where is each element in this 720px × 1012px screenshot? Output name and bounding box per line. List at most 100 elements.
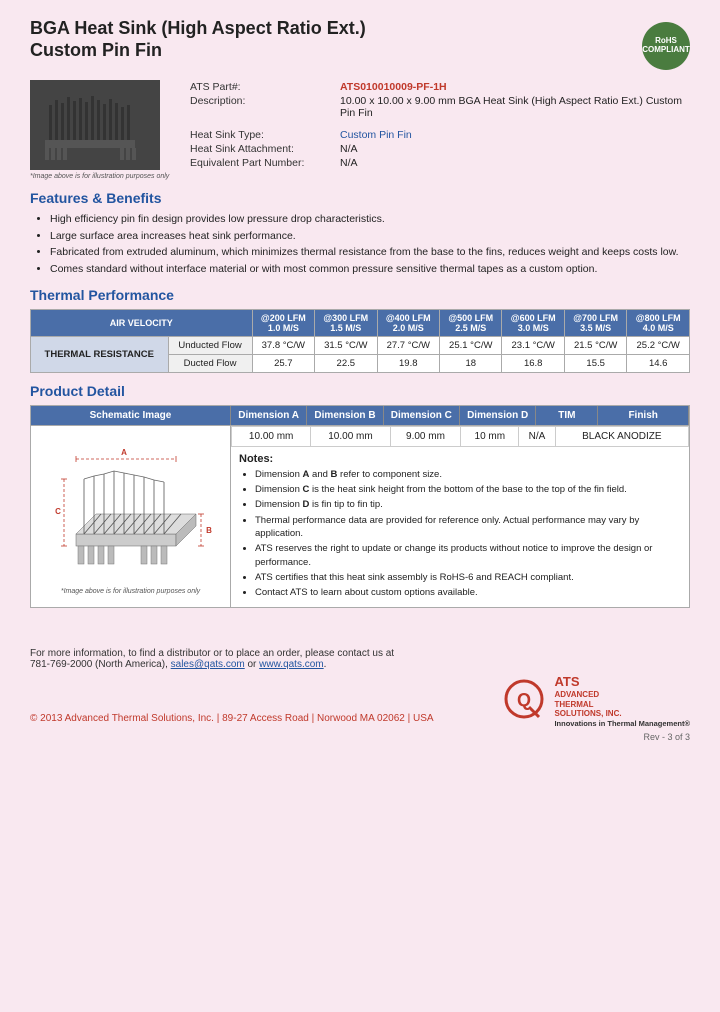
thermal-table: AIR VELOCITY @200 LFM 1.0 M/S @300 LFM 1… [30, 309, 690, 373]
copyright: © 2013 Advanced Thermal Solutions, Inc. … [30, 713, 434, 724]
product-detail-section: Product Detail Schematic Image Dimension… [30, 383, 690, 609]
ats-text: ATS ADVANCED THERMAL SOLUTIONS, INC. Inn… [554, 674, 690, 727]
schematic-image-col: A B C *Image above is for illustration p… [31, 426, 231, 608]
title-line2: Custom Pin Fin [30, 40, 162, 60]
schematic-col-header: Schematic Image [31, 406, 231, 425]
svg-text:C: C [55, 507, 61, 516]
thermal-heading: Thermal Performance [30, 287, 690, 303]
features-heading: Features & Benefits [30, 190, 690, 206]
product-title: BGA Heat Sink (High Aspect Ratio Ext.) C… [30, 18, 366, 61]
note-3: Dimension D is fin tip to fin tip. [255, 498, 681, 511]
page-header: BGA Heat Sink (High Aspect Ratio Ext.) C… [30, 18, 690, 70]
attachment-label: Heat Sink Attachment: [186, 142, 336, 156]
schematic-caption: *Image above is for illustration purpose… [61, 588, 200, 595]
unducted-label: Unducted Flow [168, 336, 252, 354]
part-info: ATS Part#: ATS010010009-PF-1H Descriptio… [186, 80, 690, 180]
ducted-500: 18 [440, 354, 502, 372]
schematic-svg: A B C [46, 434, 216, 584]
attachment-value: N/A [336, 142, 690, 156]
col-700lfm: @700 LFM 3.5 M/S [564, 309, 626, 336]
product-image-area: *Image above is for illustration purpose… [30, 80, 170, 180]
ats-logo: Q ATS ADVANCED THERMAL SOLUTIONS, INC. I… [504, 674, 690, 727]
dimensions-table: 10.00 mm 10.00 mm 9.00 mm 10 mm N/A BLAC… [231, 426, 689, 447]
dim-c-header: Dimension C [384, 406, 460, 425]
finish-value: BLACK ANODIZE [555, 426, 688, 446]
col-400lfm: @400 LFM 2.0 M/S [377, 309, 439, 336]
note-7: Contact ATS to learn about custom option… [255, 586, 681, 599]
heat-sink-type-value: Custom Pin Fin [340, 129, 412, 141]
dim-a-header: Dimension A [231, 406, 307, 425]
ducted-400: 19.8 [377, 354, 439, 372]
image-caption: *Image above is for illustration purpose… [30, 173, 170, 180]
note-4: Thermal performance data are provided fo… [255, 514, 681, 541]
ducted-300: 22.5 [315, 354, 377, 372]
note-5: ATS reserves the right to update or chan… [255, 542, 681, 569]
equiv-part-value: N/A [336, 156, 690, 170]
note-2: Dimension C is the heat sink height from… [255, 483, 681, 496]
footer-bottom: © 2013 Advanced Thermal Solutions, Inc. … [30, 674, 690, 727]
dim-d-value: 10 mm [461, 426, 519, 446]
unducted-600: 23.1 °C/W [502, 336, 564, 354]
dim-a-value: 10.00 mm [232, 426, 311, 446]
ducted-200: 25.7 [252, 354, 314, 372]
col-500lfm: @500 LFM 2.5 M/S [440, 309, 502, 336]
col-300lfm: @300 LFM 1.5 M/S [315, 309, 377, 336]
unducted-400: 27.7 °C/W [377, 336, 439, 354]
description-value: 10.00 x 10.00 x 9.00 mm BGA Heat Sink (H… [336, 94, 690, 120]
air-velocity-label: AIR VELOCITY [31, 309, 253, 336]
svg-text:B: B [206, 526, 212, 535]
notes-list: Dimension A and B refer to component siz… [239, 468, 681, 600]
part-info-table: ATS Part#: ATS010010009-PF-1H Descriptio… [186, 80, 690, 170]
dim-b-header: Dimension B [307, 406, 383, 425]
detail-content-row: A B C *Image above is for illustration p… [30, 425, 690, 609]
unducted-800: 25.2 °C/W [627, 336, 690, 354]
rohs-badge: RoHS COMPLIANT [642, 22, 690, 70]
ducted-800: 14.6 [627, 354, 690, 372]
unducted-300: 31.5 °C/W [315, 336, 377, 354]
dim-b-value: 10.00 mm [311, 426, 390, 446]
unducted-700: 21.5 °C/W [564, 336, 626, 354]
page-number: Rev - 3 of 3 [30, 732, 690, 742]
thermal-section: Thermal Performance AIR VELOCITY @200 LF… [30, 287, 690, 373]
features-list: High efficiency pin fin design provides … [30, 212, 690, 277]
detail-right: 10.00 mm 10.00 mm 9.00 mm 10 mm N/A BLAC… [231, 426, 689, 608]
ats-part-label: ATS Part#: [186, 80, 336, 94]
ducted-600: 16.8 [502, 354, 564, 372]
ats-q-icon: Q [504, 679, 548, 723]
svg-text:A: A [121, 448, 127, 457]
footer-contact: For more information, to find a distribu… [30, 648, 690, 670]
description-label: Description: [186, 94, 336, 120]
heatsink-illustration [35, 85, 155, 165]
note-1: Dimension A and B refer to component siz… [255, 468, 681, 481]
product-image [30, 80, 160, 170]
heat-sink-type-label: Heat Sink Type: [186, 128, 336, 142]
email-link[interactable]: sales@qats.com [171, 659, 245, 670]
ducted-700: 15.5 [564, 354, 626, 372]
tim-value: N/A [519, 426, 555, 446]
notes-title: Notes: [239, 453, 681, 465]
title-line1: BGA Heat Sink (High Aspect Ratio Ext.) [30, 18, 366, 38]
feature-item: High efficiency pin fin design provides … [50, 212, 690, 227]
info-section: *Image above is for illustration purpose… [30, 80, 690, 180]
tim-header: TIM [536, 406, 598, 425]
detail-header-row: Schematic Image Dimension A Dimension B … [30, 405, 690, 425]
footer: For more information, to find a distribu… [30, 638, 690, 741]
features-section: Features & Benefits High efficiency pin … [30, 190, 690, 277]
website-link[interactable]: www.qats.com [259, 659, 323, 670]
col-200lfm: @200 LFM 1.0 M/S [252, 309, 314, 336]
product-detail-heading: Product Detail [30, 383, 690, 399]
ducted-label: Ducted Flow [168, 354, 252, 372]
dim-d-header: Dimension D [460, 406, 536, 425]
col-600lfm: @600 LFM 3.0 M/S [502, 309, 564, 336]
footer-left: © 2013 Advanced Thermal Solutions, Inc. … [30, 713, 434, 728]
unducted-200: 37.8 °C/W [252, 336, 314, 354]
notes-section: Notes: Dimension A and B refer to compon… [231, 447, 689, 608]
note-6: ATS certifies that this heat sink assemb… [255, 571, 681, 584]
equiv-part-label: Equivalent Part Number: [186, 156, 336, 170]
feature-item: Comes standard without interface materia… [50, 262, 690, 277]
svg-text:Q: Q [517, 690, 531, 710]
ats-part-number: ATS010010009-PF-1H [340, 81, 447, 93]
col-800lfm: @800 LFM 4.0 M/S [627, 309, 690, 336]
feature-item: Large surface area increases heat sink p… [50, 229, 690, 244]
thermal-resistance-label: THERMAL RESISTANCE [31, 336, 169, 372]
